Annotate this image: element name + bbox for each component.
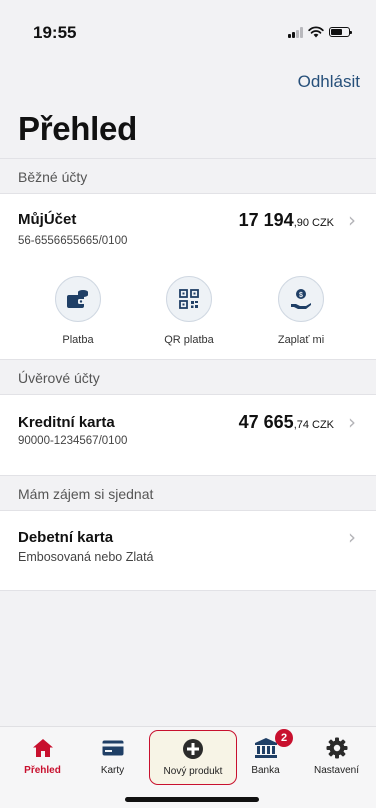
balance-decimal: ,74 — [293, 419, 309, 431]
tab-bar: Přehled Karty Nový produkt Banka 2 Nasta… — [0, 726, 376, 808]
svg-text:$: $ — [299, 292, 303, 299]
qr-platba-icon-circle — [166, 276, 212, 322]
signal-icon — [288, 26, 303, 38]
credit-card-name: Kreditní karta — [18, 414, 115, 431]
wallet-coins-icon — [67, 290, 88, 308]
balance-currency: CZK — [312, 419, 334, 431]
status-bar: 19:55 — [0, 0, 376, 58]
zaplat-mi-button[interactable]: $ Zaplať mi — [251, 276, 351, 346]
account-row-kreditni-karta[interactable]: Kreditní karta 90000-1234567/0100 47 665… — [0, 395, 376, 475]
bank-icon — [254, 737, 278, 759]
section-current-accounts: Běžné účty — [0, 158, 376, 194]
platba-button[interactable]: Platba — [28, 276, 128, 346]
zaplat-mi-icon-circle: $ — [278, 276, 324, 322]
section-label: Mám zájem si sjednat — [18, 486, 154, 502]
credit-card-number: 90000-1234567/0100 — [18, 435, 128, 447]
platba-label: Platba — [62, 334, 94, 346]
status-icons — [288, 26, 352, 38]
tab-prehled[interactable]: Přehled — [5, 727, 80, 783]
page-title: Přehled — [18, 110, 137, 147]
chevron-right-icon: › — [348, 525, 356, 549]
balance-integer: 47 665 — [238, 412, 294, 432]
tab-karty[interactable]: Karty — [75, 727, 150, 783]
offer-name: Debetní karta — [18, 529, 114, 546]
zaplat-mi-label: Zaplať mi — [277, 334, 325, 346]
account-row-mujucet[interactable]: MůjÚčet 56-6556655665/0100 17 194,90 CZK … — [0, 194, 376, 276]
logout-button[interactable]: Odhlásit — [298, 72, 360, 92]
balance-integer: 17 194 — [238, 210, 294, 230]
qr-platba-button[interactable]: QR platba — [139, 276, 239, 346]
section-label: Běžné účty — [18, 169, 88, 185]
section-label: Úvěrové účty — [18, 370, 100, 386]
card-icon — [101, 737, 125, 759]
home-icon — [31, 737, 55, 759]
tab-novy-produkt[interactable]: Nový produkt — [149, 730, 237, 785]
account-number: 56-6556655665/0100 — [18, 235, 128, 247]
quick-actions: Platba QR platba $ Zaplať mi — [0, 276, 376, 368]
section-credit-accounts: Úvěrové účty — [0, 359, 376, 395]
offer-row-debetni-karta[interactable]: Debetní karta Embosovaná nebo Zlatá › — [0, 511, 376, 591]
wifi-icon — [308, 26, 324, 38]
tab-label: Nový produkt — [163, 766, 223, 777]
tab-label: Nastavení — [313, 765, 360, 776]
home-indicator — [125, 797, 259, 802]
hand-coin-icon: $ — [291, 289, 311, 309]
account-balance: 17 194,90 CZK — [239, 210, 334, 231]
battery-icon — [329, 27, 352, 37]
tab-label: Banka — [251, 765, 280, 776]
chevron-right-icon: › — [348, 410, 356, 434]
tab-label: Přehled — [24, 765, 61, 776]
tab-label: Karty — [100, 765, 125, 776]
status-time: 19:55 — [33, 23, 77, 42]
qr-code-icon — [179, 289, 199, 309]
notification-badge: 2 — [275, 729, 293, 747]
header: Odhlásit Přehled — [0, 58, 376, 158]
gear-icon — [325, 737, 349, 759]
plus-circle-icon — [181, 738, 205, 760]
tab-nastaveni[interactable]: Nastavení — [299, 727, 374, 783]
section-interest: Mám zájem si sjednat — [0, 475, 376, 511]
credit-card-balance: 47 665,74 CZK — [239, 412, 334, 433]
chevron-right-icon: › — [348, 208, 356, 232]
balance-currency: CZK — [312, 217, 334, 229]
platba-icon-circle — [55, 276, 101, 322]
empty-area — [0, 591, 376, 726]
offer-subtitle: Embosovaná nebo Zlatá — [18, 550, 154, 564]
balance-decimal: ,90 — [293, 217, 309, 229]
account-name: MůjÚčet — [18, 211, 77, 228]
qr-platba-label: QR platba — [164, 334, 214, 346]
